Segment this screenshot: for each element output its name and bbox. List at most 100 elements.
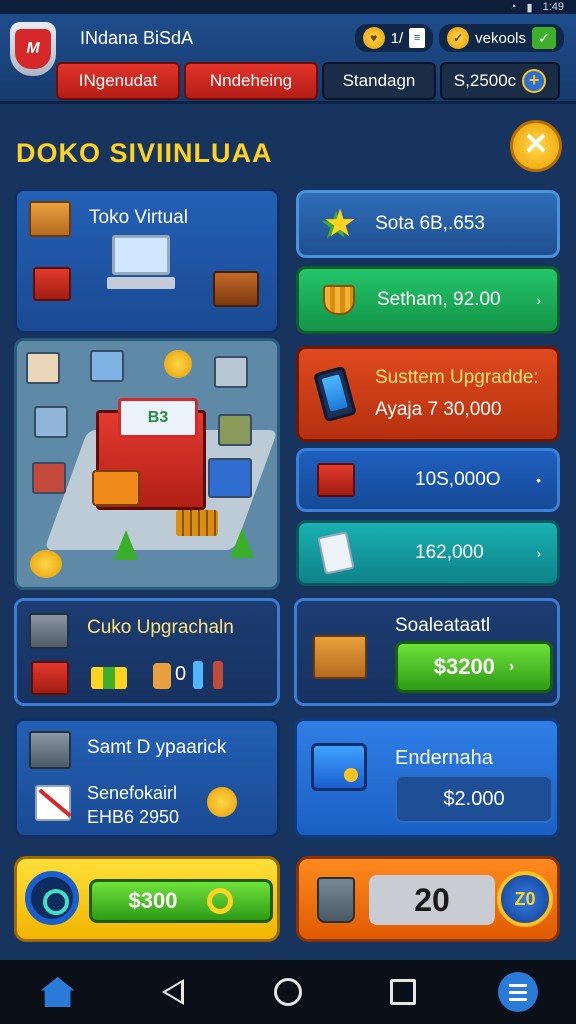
status-time: 1:49 bbox=[542, 1, 564, 13]
delivery-truck-icon bbox=[92, 470, 140, 506]
tab-nndeheing[interactable]: Nndeheing bbox=[184, 62, 318, 100]
toko-virtual-panel[interactable]: Toko Virtual bbox=[14, 188, 280, 334]
top-bar: M INdana BiSdA ♥ 1/ ≡ ✓ vekools ✓ INgenu… bbox=[0, 14, 576, 104]
status-bar: ◔ ▮ 1:49 bbox=[0, 0, 576, 14]
tab-ingenudat[interactable]: INgenudat bbox=[56, 62, 180, 100]
sale-panel[interactable]: Soaleataatl $3200 › bbox=[294, 598, 560, 706]
price-button[interactable]: $300 bbox=[89, 879, 273, 923]
close-button[interactable]: ✕ bbox=[510, 120, 562, 172]
saat-upgrade-title: Samt D ypaarick bbox=[87, 737, 227, 758]
system-upgrade-price: Ayaja 7 30,000 bbox=[375, 399, 502, 420]
recents-button[interactable] bbox=[378, 967, 428, 1017]
treasure-chest-icon bbox=[311, 743, 367, 791]
list-row-stars[interactable]: ★ Sota 6B,.653 bbox=[296, 190, 560, 258]
red-crate-icon bbox=[317, 463, 355, 497]
shop-house-icon bbox=[26, 352, 60, 384]
add-funds-icon[interactable]: + bbox=[522, 69, 547, 93]
buy-button[interactable]: $3200 › bbox=[395, 641, 553, 693]
navigation-bar bbox=[0, 960, 576, 1024]
store-scene: B3 bbox=[26, 350, 282, 578]
grey-house-icon bbox=[214, 356, 248, 388]
toko-virtual-title: Toko Virtual bbox=[89, 207, 188, 228]
chevron-right-icon: › bbox=[508, 658, 515, 675]
jar-icon bbox=[153, 663, 171, 689]
green-building-icon bbox=[218, 414, 252, 446]
gold-coin-icon: ✓ bbox=[447, 27, 470, 49]
document-icon: ≡ bbox=[409, 28, 426, 48]
bottle-red-icon bbox=[213, 661, 223, 689]
back-button[interactable] bbox=[148, 967, 198, 1017]
saat-upgrade-subtitle: Senefokairl bbox=[87, 783, 178, 803]
search-bonus-panel[interactable]: $300 bbox=[14, 856, 280, 942]
cart-icon bbox=[176, 510, 218, 536]
level-value: 20 bbox=[369, 875, 495, 925]
currency-primary-value: 1/ bbox=[390, 29, 404, 47]
balance-value: S,2500c bbox=[453, 71, 517, 90]
level-panel[interactable]: 20 Z0 bbox=[296, 856, 560, 942]
tab-standagn[interactable]: Standagn bbox=[322, 62, 436, 100]
saat-upgrade-panel[interactable]: Samt D ypaarick Senefokairl EHB6 2950 bbox=[14, 718, 280, 838]
row-108000-label: 10S,000O bbox=[415, 469, 501, 490]
home-button[interactable] bbox=[33, 967, 83, 1017]
store-sign: B3 bbox=[118, 398, 198, 438]
red-crate-icon bbox=[31, 661, 69, 695]
potted-plant-icon bbox=[230, 528, 254, 558]
dot-icon: • bbox=[536, 472, 541, 488]
coin-icon bbox=[164, 350, 192, 378]
bottle-icon bbox=[193, 661, 203, 689]
row-setham-label: Setham, 92.00 bbox=[377, 289, 501, 310]
scanner-icon bbox=[25, 871, 79, 925]
endernaha-price[interactable]: $2.000 bbox=[395, 775, 553, 823]
upgrade-counter: 0 bbox=[175, 663, 187, 685]
currency-chip-secondary[interactable]: ✓ vekools ✓ bbox=[439, 24, 564, 52]
home-circle-button[interactable] bbox=[263, 967, 313, 1017]
menu-button[interactable] bbox=[493, 967, 543, 1017]
page-title: DOKO SIVIINLUAA bbox=[16, 138, 273, 168]
tab-bar: INgenudat Nndeheing Standagn S,2500c + bbox=[56, 62, 562, 100]
red-crate-icon bbox=[33, 267, 71, 301]
laptop-icon bbox=[107, 235, 175, 295]
sale-title: Soaleataatl bbox=[395, 615, 491, 636]
buy-button-label: $3200 bbox=[433, 654, 495, 679]
currency-secondary-value: vekools bbox=[475, 29, 526, 47]
system-upgrade-title: Susttem Upgradde: bbox=[375, 367, 539, 388]
upgrade-panel[interactable]: Cuko Upgrachaln 0 bbox=[14, 598, 280, 706]
tab-balance[interactable]: S,2500c + bbox=[440, 62, 560, 100]
shop-building-icon bbox=[29, 731, 71, 769]
check-icon: ✓ bbox=[532, 27, 556, 49]
no-document-icon bbox=[35, 785, 72, 821]
cubes-icon bbox=[91, 667, 127, 689]
list-row-108000[interactable]: 10S,000O • bbox=[296, 448, 560, 512]
bin-icon bbox=[317, 877, 355, 923]
list-row-system-upgrade[interactable]: Susttem Upgradde: Ayaja 7 30,000 bbox=[296, 346, 560, 442]
game-logo: M bbox=[10, 22, 56, 76]
currency-chip-primary[interactable]: ♥ 1/ ≡ bbox=[354, 24, 434, 52]
wifi-icon: ◔ bbox=[509, 1, 517, 13]
app-title: INdana BiSdA bbox=[80, 28, 194, 48]
cardboard-box-icon bbox=[313, 635, 367, 679]
level-badge[interactable]: Z0 bbox=[497, 871, 553, 927]
blue-truck-icon bbox=[208, 458, 252, 498]
phone-icon bbox=[313, 365, 357, 423]
box-icon bbox=[29, 201, 71, 237]
heart-coin-icon: ♥ bbox=[362, 27, 385, 49]
small-building-icon bbox=[34, 406, 68, 438]
chevron-right-icon: › bbox=[536, 292, 541, 308]
gold-bar-icon bbox=[30, 550, 62, 578]
price-button-label: $300 bbox=[128, 888, 178, 913]
red-shop-icon bbox=[32, 462, 66, 494]
logo-shield-icon: M bbox=[15, 29, 51, 69]
saat-upgrade-price: EHB6 2950 bbox=[87, 807, 180, 827]
cactus-icon bbox=[114, 530, 138, 560]
endernaha-title: Endernaha bbox=[395, 747, 493, 769]
endernaha-panel[interactable]: Endernaha $2.000 bbox=[294, 718, 560, 838]
chevron-right-icon: › bbox=[536, 545, 541, 561]
upgrade-title: Cuko Upgrachaln bbox=[87, 617, 234, 638]
list-row-setham[interactable]: Setham, 92.00 › bbox=[296, 266, 560, 334]
magnifier-icon bbox=[207, 888, 234, 914]
signal-icon: ▮ bbox=[526, 1, 533, 14]
row-stars-label: Sota 6B,.653 bbox=[375, 213, 485, 234]
list-row-162000[interactable]: 162,000 › bbox=[296, 520, 560, 586]
home-icon bbox=[40, 977, 75, 1007]
back-icon bbox=[161, 979, 184, 1005]
